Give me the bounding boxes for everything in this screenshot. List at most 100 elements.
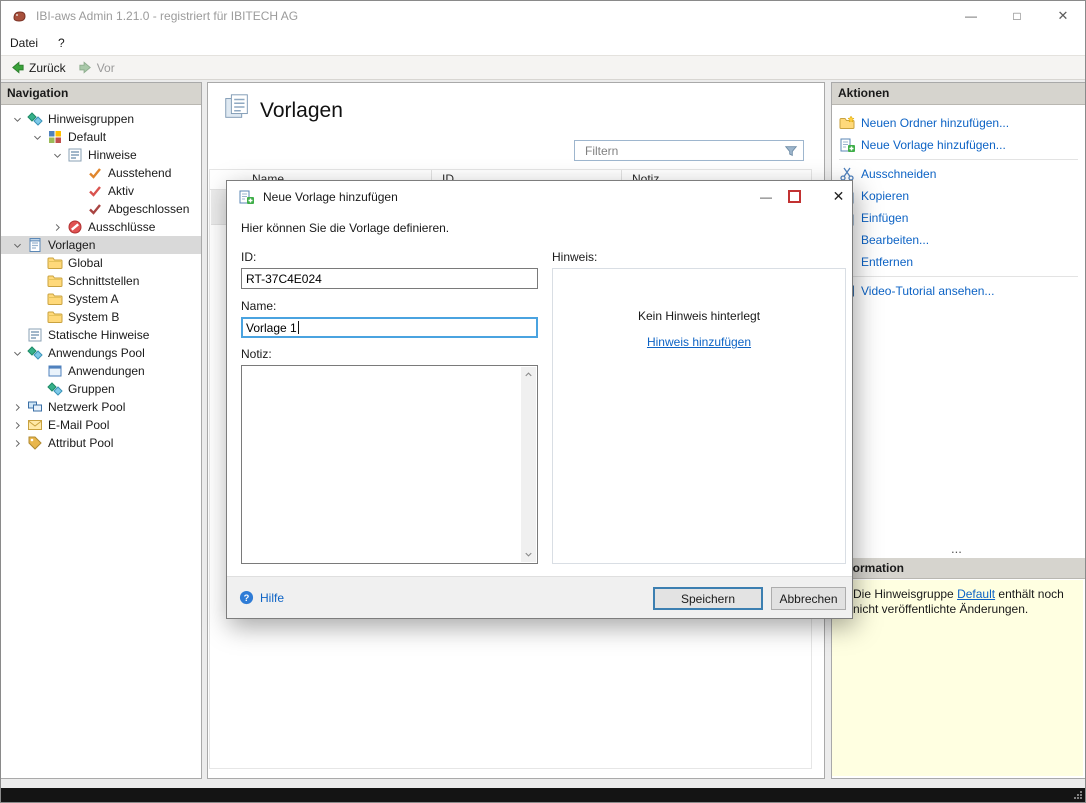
tree-item-attribut-pool[interactable]: Attribut Pool — [1, 434, 201, 452]
tree-label: Vorlagen — [48, 238, 95, 252]
new-folder-icon — [839, 115, 855, 131]
navigation-header: Navigation — [1, 83, 201, 105]
tree-item-anwendungen[interactable]: Anwendungen — [1, 362, 201, 380]
action-label: Einfügen — [861, 211, 908, 225]
action-label: Bearbeiten... — [861, 233, 929, 247]
dialog-footer: Hilfe Speichern Abbrechen — [227, 576, 852, 618]
action-label: Neue Vorlage hinzufügen... — [861, 138, 1006, 152]
notiz-label: Notiz: — [241, 347, 272, 361]
chevron-down-icon[interactable] — [9, 237, 25, 253]
tree-item-anwendungs-pool[interactable]: Anwendungs Pool — [1, 344, 201, 362]
tree-label: Anwendungs Pool — [48, 346, 145, 360]
hinweis-label: Hinweis: — [552, 250, 597, 264]
monitors-icon — [27, 399, 43, 415]
help-link[interactable]: Hilfe — [239, 577, 284, 618]
id-field[interactable]: RT-37C4E024 — [241, 268, 538, 289]
navigation-tree: Hinweisgruppen Default Hinweise Ausstehe… — [1, 105, 201, 452]
filter-input[interactable]: Filtern — [574, 140, 804, 161]
back-button[interactable]: Zurück — [4, 56, 72, 79]
hinweis-empty-text: Kein Hinweis hinterlegt — [638, 309, 760, 323]
actions-separator — [839, 276, 1078, 277]
navigation-panel: Navigation Hinweisgruppen Default Hinwei… — [0, 82, 202, 779]
close-button[interactable]: ✕ — [1040, 0, 1086, 32]
chevron-right-icon[interactable] — [9, 435, 25, 451]
notiz-field[interactable] — [241, 365, 538, 564]
tree-item-abgeschlossen[interactable]: Abgeschlossen — [1, 200, 201, 218]
filter-placeholder: Filtern — [585, 144, 784, 158]
chevron-down-icon[interactable] — [49, 147, 65, 163]
tree-item-gruppen[interactable]: Gruppen — [1, 380, 201, 398]
dialog-title: Neue Vorlage hinzufügen — [263, 190, 398, 204]
minimize-button[interactable]: — — [948, 0, 994, 32]
resize-grip[interactable] — [1073, 790, 1083, 800]
filter-funnel-icon[interactable] — [784, 144, 798, 158]
tree-label: System B — [68, 310, 119, 324]
new-template-dialog: Neue Vorlage hinzufügen — ✕ Hier können … — [226, 180, 853, 619]
tree-item-ausschluesse[interactable]: Ausschlüsse — [1, 218, 201, 236]
actions-header: Aktionen — [832, 83, 1085, 105]
forward-button[interactable]: Vor — [72, 56, 121, 79]
action-video-tutorial[interactable]: Video-Tutorial ansehen... — [832, 280, 1085, 302]
tree-item-system-b[interactable]: System B — [1, 308, 201, 326]
window-title: IBI-aws Admin 1.21.0 - registriert für I… — [36, 9, 298, 23]
tree-item-schnittstellen[interactable]: Schnittstellen — [1, 272, 201, 290]
add-hinweis-link[interactable]: Hinweis hinzufügen — [647, 335, 751, 349]
tree-label: Netzwerk Pool — [48, 400, 125, 414]
tree-item-ausstehend[interactable]: Ausstehend — [1, 164, 201, 182]
tree-label: Schnittstellen — [68, 274, 139, 288]
dialog-titlebar: Neue Vorlage hinzufügen — ✕ — [227, 181, 852, 212]
tree-item-hinweise[interactable]: Hinweise — [1, 146, 201, 164]
gems-icon — [47, 381, 63, 397]
tree-item-statische-hinweise[interactable]: Statische Hinweise — [1, 326, 201, 344]
tree-label: Aktiv — [108, 184, 134, 198]
menu-datei[interactable]: Datei — [0, 32, 48, 55]
information-text: Die Hinweisgruppe Default enthält noch n… — [853, 587, 1077, 616]
tree-item-system-a[interactable]: System A — [1, 290, 201, 308]
active-check-icon — [87, 183, 103, 199]
tree-item-aktiv[interactable]: Aktiv — [1, 182, 201, 200]
action-copy[interactable]: Kopieren — [832, 185, 1085, 207]
dialog-maximize-button[interactable] — [783, 181, 805, 212]
notiz-scrollbar[interactable] — [521, 367, 536, 562]
gems-icon — [27, 345, 43, 361]
actions-separator — [839, 159, 1078, 160]
tree-item-default[interactable]: Default — [1, 128, 201, 146]
action-remove[interactable]: Entfernen — [832, 251, 1085, 273]
menu-help[interactable]: ? — [48, 32, 75, 55]
scroll-down-icon[interactable] — [523, 549, 534, 560]
list-icon — [67, 147, 83, 163]
save-button[interactable]: Speichern — [653, 587, 763, 610]
tree-item-global[interactable]: Global — [1, 254, 201, 272]
dialog-close-button[interactable]: ✕ — [825, 181, 852, 212]
scroll-up-icon[interactable] — [523, 369, 534, 380]
chevron-right-icon[interactable] — [49, 219, 65, 235]
tree-item-hinweisgruppen[interactable]: Hinweisgruppen — [1, 110, 201, 128]
help-label: Hilfe — [260, 591, 284, 605]
tree-label: Ausschlüsse — [88, 220, 155, 234]
chevron-down-icon[interactable] — [9, 345, 25, 361]
text-caret — [298, 321, 299, 334]
tree-label: Gruppen — [68, 382, 115, 396]
tree-item-email-pool[interactable]: E-Mail Pool — [1, 416, 201, 434]
action-new-template[interactable]: Neue Vorlage hinzufügen... — [832, 134, 1085, 156]
dialog-minimize-button[interactable]: — — [753, 181, 779, 212]
tree-label: System A — [68, 292, 119, 306]
default-group-link[interactable]: Default — [957, 587, 995, 601]
tree-item-vorlagen[interactable]: Vorlagen — [1, 236, 201, 254]
action-paste[interactable]: Einfügen — [832, 207, 1085, 229]
gems-icon — [27, 111, 43, 127]
chevron-right-icon[interactable] — [9, 399, 25, 415]
action-cut[interactable]: Ausschneiden — [832, 163, 1085, 185]
chevron-down-icon[interactable] — [9, 111, 25, 127]
tree-label: Global — [68, 256, 103, 270]
chevron-right-icon[interactable] — [9, 417, 25, 433]
action-edit[interactable]: Bearbeiten... — [832, 229, 1085, 251]
folder-icon — [47, 273, 63, 289]
tree-item-netzwerk-pool[interactable]: Netzwerk Pool — [1, 398, 201, 416]
maximize-button[interactable]: □ — [994, 0, 1040, 32]
action-new-folder[interactable]: Neuen Ordner hinzufügen... — [832, 112, 1085, 134]
name-field[interactable]: Vorlage 1 — [241, 317, 538, 338]
cancel-button[interactable]: Abbrechen — [771, 587, 846, 610]
chevron-down-icon[interactable] — [29, 129, 45, 145]
action-label: Video-Tutorial ansehen... — [861, 284, 994, 298]
